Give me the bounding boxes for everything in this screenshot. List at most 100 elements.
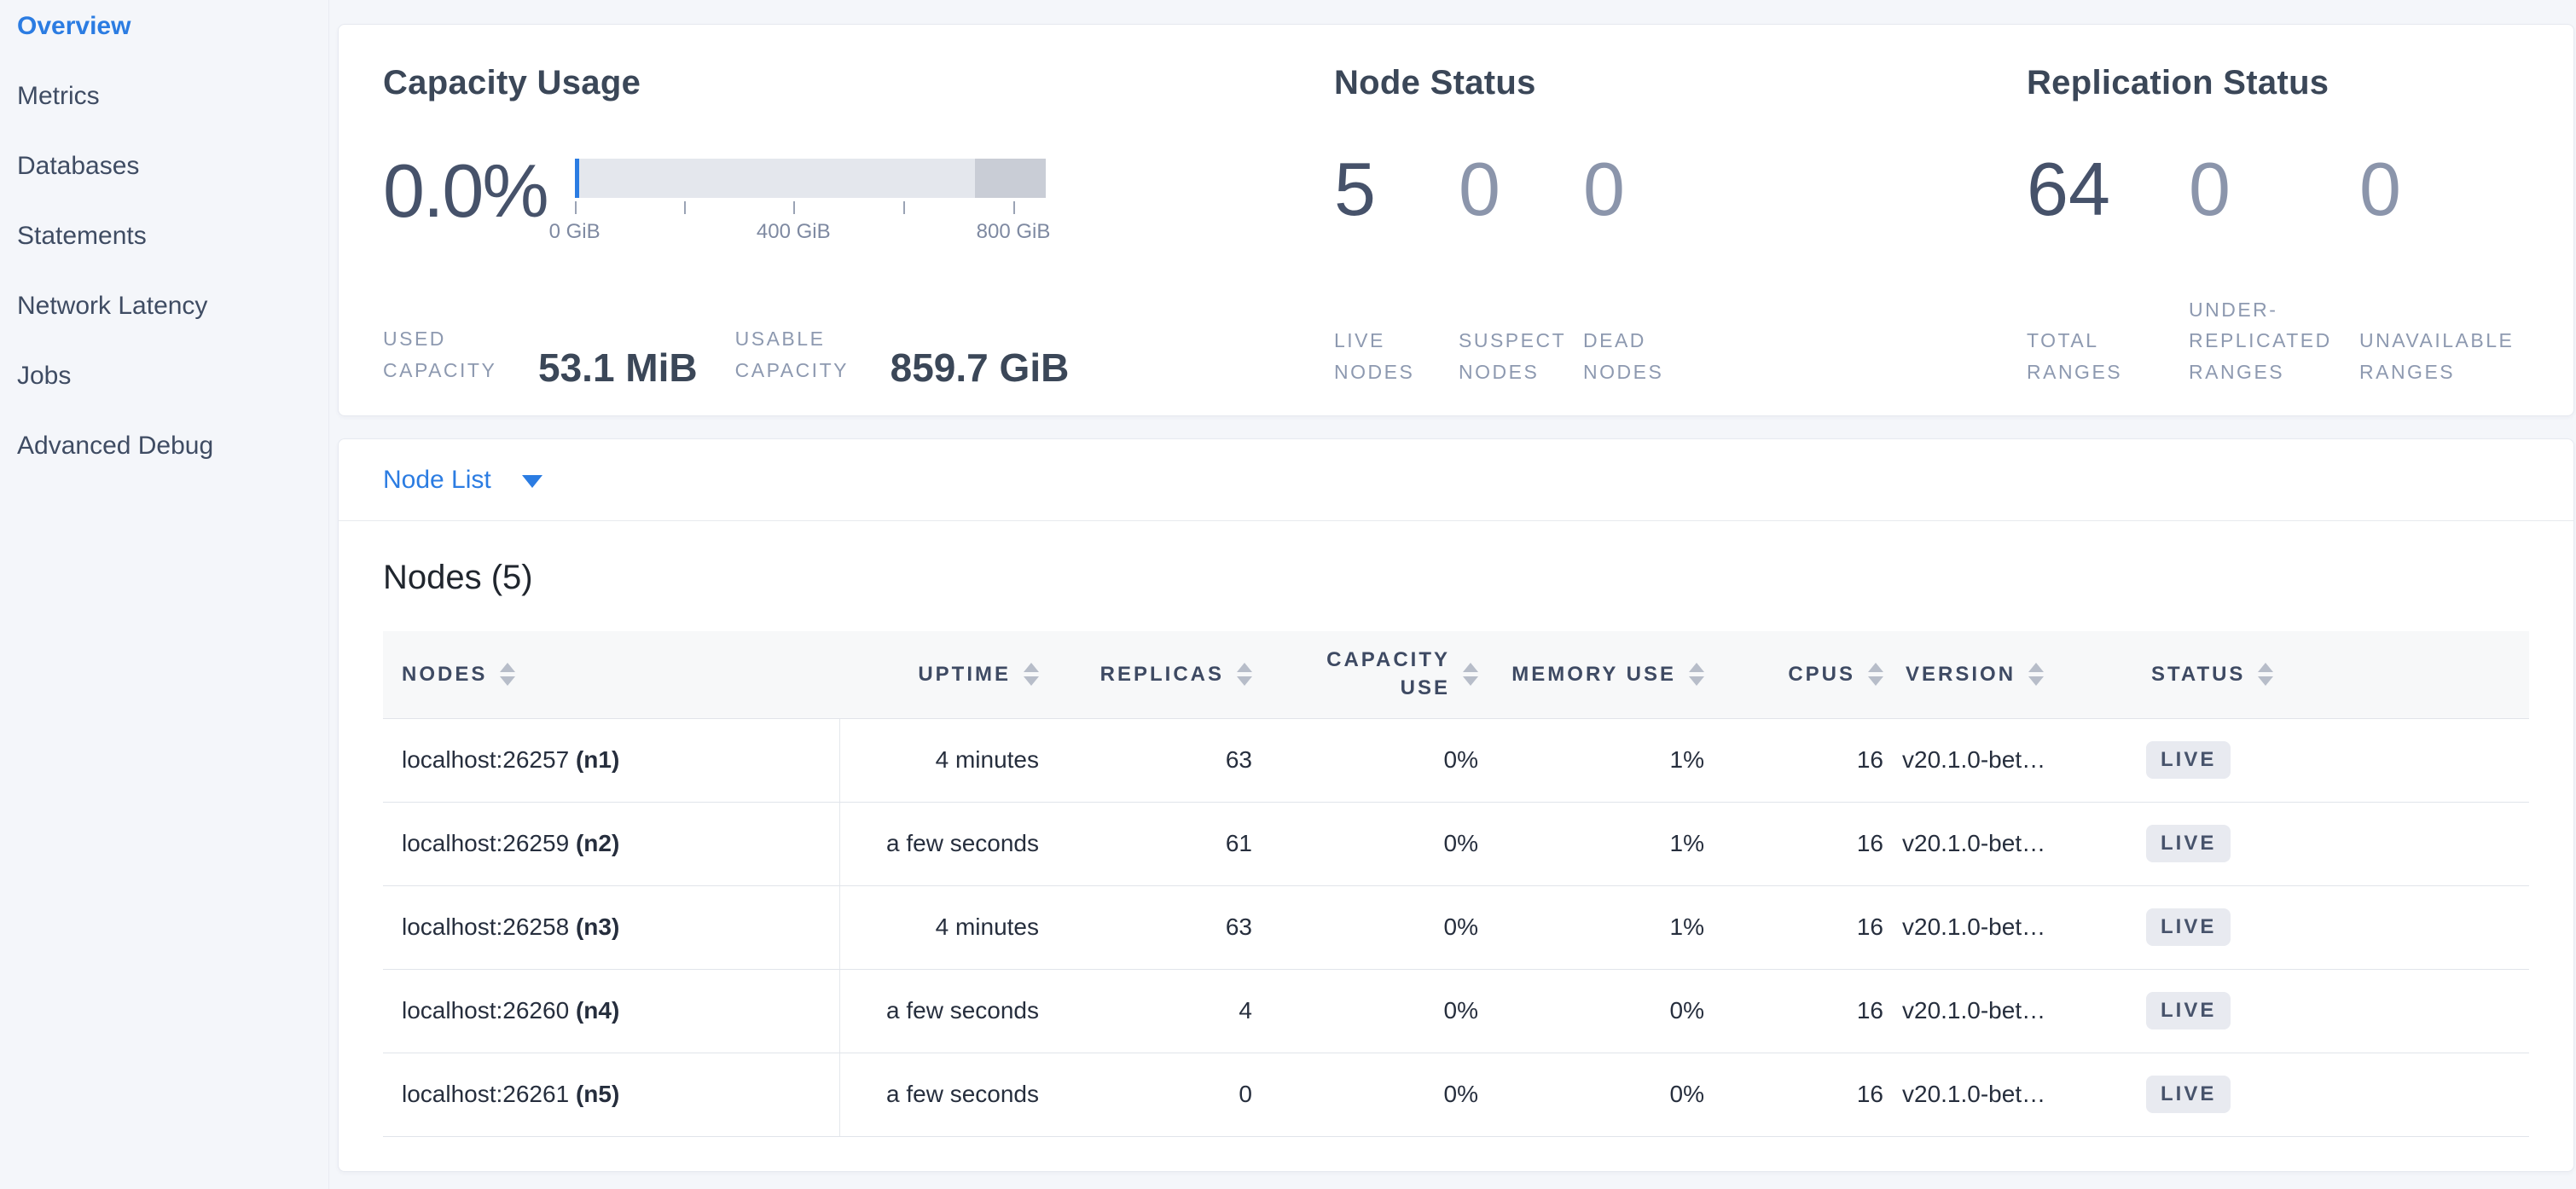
column-label: MEMORY USE [1511,663,1676,687]
node-address-cell[interactable]: localhost:26261 (n5) [383,1053,839,1136]
replication-status-section: Replication Status 64 TOTAL RANGES 0 UND… [2027,64,2529,388]
node-status-title: Node Status [1334,64,2027,102]
uptime-cell: 4 minutes [839,718,1044,802]
memory-use-cell: 1% [1483,718,1709,802]
capacity-use-cell: 0% [1257,802,1483,885]
view-selector-dropdown[interactable]: Node List [339,439,2573,521]
capacity-bar-chart: 0 GiB 400 GiB 800 GiB [575,159,1046,246]
dead-nodes-stat: 0 DEAD NODES [1583,150,1720,388]
capacity-usage-section: Capacity Usage 0.0% [383,64,1334,388]
memory-use-cell: 1% [1483,802,1709,885]
sort-icon[interactable] [500,663,515,686]
unavailable-ranges-stat: 0 UNAVAILABLE RANGES [2359,150,2521,388]
sidebar-item-statements[interactable]: Statements [17,223,311,249]
usable-capacity-stat: USABLE CAPACITY 859.7 GiB [735,323,1070,388]
status-cell: LIVE [2121,802,2529,885]
version-cell: v20.1.0-bet… [1888,885,2121,969]
axis-tick [903,201,905,214]
column-header-version[interactable]: VERSION [1888,631,2121,718]
unavailable-ranges-label: UNAVAILABLE RANGES [2359,325,2521,388]
total-ranges-value: 64 [2027,150,2189,229]
table-row[interactable]: localhost:26261 (n5) a few seconds 0 0% … [383,1053,2529,1136]
uptime-cell: a few seconds [839,1053,1044,1136]
column-label: STATUS [2151,663,2245,687]
uptime-cell: a few seconds [839,802,1044,885]
node-address: localhost:26259 [402,830,569,856]
node-list-card: Node List Nodes (5) NODES UPTIME [338,438,2574,1172]
view-selector-label[interactable]: Node List [383,466,491,495]
column-label: REPLICAS [1100,663,1224,687]
node-id: (n1) [576,746,619,773]
status-badge: LIVE [2146,1076,2231,1113]
status-badge: LIVE [2146,992,2231,1030]
column-header-replicas[interactable]: REPLICAS [1044,631,1257,718]
axis-tick [793,201,795,214]
replicas-cell: 4 [1044,969,1257,1053]
status-cell: LIVE [2121,718,2529,802]
sort-icon[interactable] [1024,663,1039,686]
memory-use-cell: 0% [1483,1053,1709,1136]
sidebar-item-overview[interactable]: Overview [17,14,311,39]
dead-nodes-label: DEAD NODES [1583,325,1720,388]
capacity-usage-title: Capacity Usage [383,64,1334,102]
column-label: CPUS [1788,663,1855,687]
column-header-status[interactable]: STATUS [2121,631,2529,718]
sidebar-item-databases[interactable]: Databases [17,154,311,179]
cluster-summary-card: Capacity Usage 0.0% [338,24,2574,416]
table-row[interactable]: localhost:26258 (n3) 4 minutes 63 0% 1% … [383,885,2529,969]
column-label: UPTIME [918,663,1011,687]
column-header-capacity-use[interactable]: CAPACITY USE [1257,631,1483,718]
node-id: (n2) [576,830,619,856]
capacity-bar-nonusable-segment [975,159,1046,198]
axis-tick [684,201,686,214]
memory-use-cell: 1% [1483,885,1709,969]
sort-icon[interactable] [1463,663,1478,686]
axis-tick-label: 0 GiB [549,220,600,244]
table-row[interactable]: localhost:26260 (n4) a few seconds 4 0% … [383,969,2529,1053]
node-address-cell[interactable]: localhost:26260 (n4) [383,969,839,1053]
sort-icon[interactable] [1689,663,1704,686]
sidebar-item-advanced-debug[interactable]: Advanced Debug [17,433,311,459]
node-address-cell[interactable]: localhost:26258 (n3) [383,885,839,969]
uptime-cell: 4 minutes [839,885,1044,969]
version-cell: v20.1.0-bet… [1888,969,2121,1053]
unavailable-ranges-value: 0 [2359,150,2521,229]
sidebar-item-jobs[interactable]: Jobs [17,363,311,389]
sort-icon[interactable] [1868,663,1883,686]
memory-use-cell: 0% [1483,969,1709,1053]
node-address-cell[interactable]: localhost:26259 (n2) [383,802,839,885]
cpus-cell: 16 [1709,885,1888,969]
sort-icon[interactable] [2028,663,2044,686]
used-capacity-label: USED CAPACITY [383,323,526,386]
status-cell: LIVE [2121,969,2529,1053]
table-row[interactable]: localhost:26257 (n1) 4 minutes 63 0% 1% … [383,718,2529,802]
sort-icon[interactable] [2258,663,2273,686]
under-replicated-ranges-stat: 0 UNDER-REPLICATED RANGES [2189,150,2359,388]
column-header-nodes[interactable]: NODES [383,631,839,718]
node-status-section: Node Status 5 LIVE NODES 0 SUSPECT NODES… [1334,64,2027,388]
column-label: NODES [402,663,487,687]
capacity-bar [575,159,1046,198]
table-row[interactable]: localhost:26259 (n2) a few seconds 61 0%… [383,802,2529,885]
cpus-cell: 16 [1709,718,1888,802]
node-address: localhost:26257 [402,746,569,773]
uptime-cell: a few seconds [839,969,1044,1053]
usable-capacity-value: 859.7 GiB [891,347,1070,388]
column-header-cpus[interactable]: CPUS [1709,631,1888,718]
node-address-cell[interactable]: localhost:26257 (n1) [383,718,839,802]
replicas-cell: 63 [1044,885,1257,969]
node-id: (n4) [576,997,619,1024]
live-nodes-stat: 5 LIVE NODES [1334,150,1459,388]
column-header-uptime[interactable]: UPTIME [839,631,1044,718]
replicas-cell: 63 [1044,718,1257,802]
sidebar-item-network-latency[interactable]: Network Latency [17,293,311,319]
sidebar-item-metrics[interactable]: Metrics [17,84,311,109]
capacity-use-cell: 0% [1257,718,1483,802]
cpus-cell: 16 [1709,969,1888,1053]
total-ranges-stat: 64 TOTAL RANGES [2027,150,2189,388]
version-cell: v20.1.0-bet… [1888,802,2121,885]
column-header-memory-use[interactable]: MEMORY USE [1483,631,1709,718]
axis-tick-label: 400 GiB [757,220,831,244]
sort-icon[interactable] [1237,663,1252,686]
chevron-down-icon [522,475,542,488]
